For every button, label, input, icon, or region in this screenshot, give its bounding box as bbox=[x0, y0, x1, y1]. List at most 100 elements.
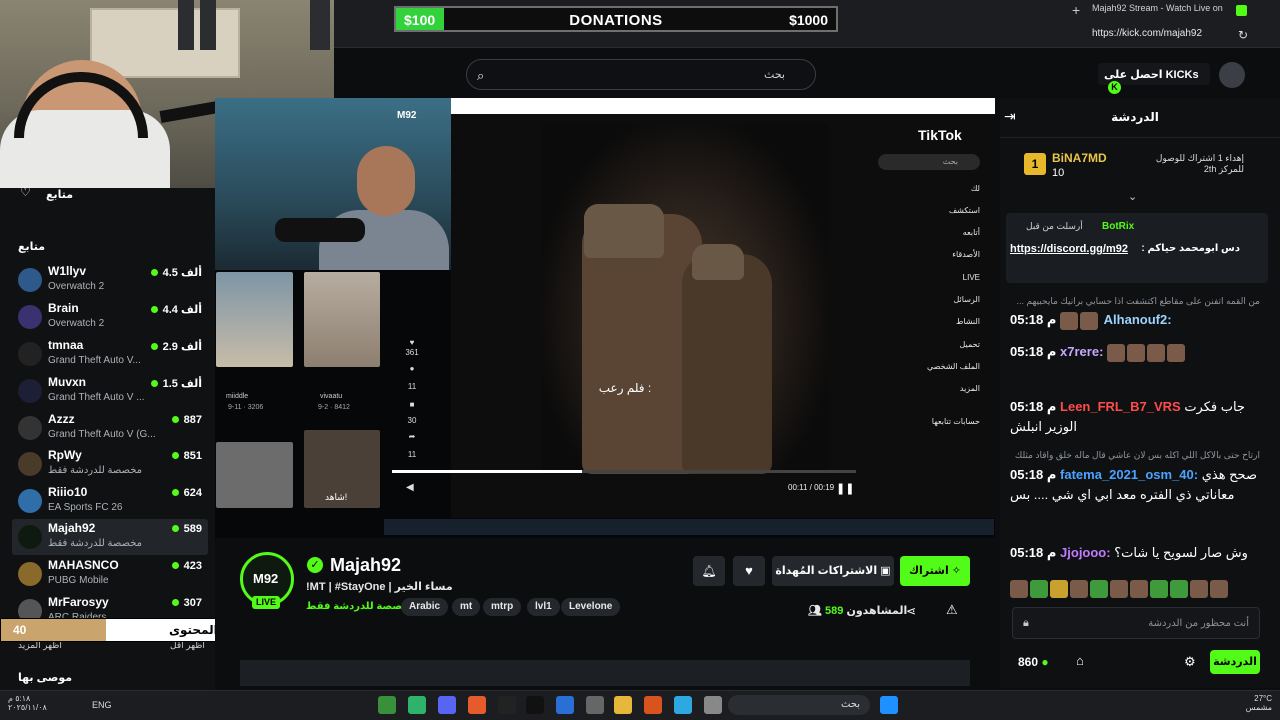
channel-name: tmnaa bbox=[48, 338, 84, 352]
get-kicks-button[interactable]: احصل على KICKsK bbox=[1098, 63, 1210, 94]
thumb-caption: miiddle bbox=[226, 393, 249, 400]
tiktok-menu-item[interactable]: الرسائل bbox=[900, 295, 981, 304]
channel-game: Grand Theft Auto V ... bbox=[48, 392, 145, 403]
chat-input-placeholder: أنت محظور من الدردشة bbox=[1148, 618, 1249, 629]
tag-arabic[interactable]: Arabic bbox=[401, 598, 449, 616]
volume-icon[interactable]: ◀︎ bbox=[406, 482, 414, 493]
tag-mtrp[interactable]: mtrp bbox=[483, 598, 522, 616]
channel-points[interactable]: 860 ● bbox=[1018, 655, 1049, 669]
tag-lvl1[interactable]: lvl1 bbox=[527, 598, 560, 616]
tiktok-app-icon[interactable] bbox=[526, 696, 544, 714]
tiktok-menu-item[interactable]: النشاط bbox=[900, 317, 980, 326]
sidebar-channel-w1llyv[interactable]: W1llyv Overwatch 2 4.5 ألف bbox=[12, 262, 208, 298]
discord-icon[interactable] bbox=[438, 696, 456, 714]
weather-widget[interactable]: 27°C مشمس bbox=[1222, 694, 1272, 712]
comment-icon[interactable]: ● bbox=[398, 364, 426, 373]
streamer-cam: M92 bbox=[215, 98, 451, 270]
tiktok-menu-item[interactable]: لك bbox=[900, 184, 980, 193]
video-progress-bar[interactable] bbox=[392, 470, 856, 473]
tiktok-menu-item[interactable]: LIVE bbox=[900, 273, 980, 282]
tiktok-thumbnail[interactable] bbox=[304, 272, 380, 367]
tiktok-menu-item[interactable]: الأصدقاء bbox=[900, 250, 980, 259]
reply-preview: ارتاح حتى بالاكل اللي اكله بس لان عاشي ق… bbox=[1012, 450, 1260, 460]
refresh-icon[interactable]: ↻ bbox=[1238, 28, 1248, 42]
sidebar-channel-majah92[interactable]: Majah92 مخصصة للدردشة فقط 589 bbox=[12, 519, 208, 555]
app-icon[interactable] bbox=[498, 696, 516, 714]
chat-input[interactable]: أنت محظور من الدردشة 🔒︎ bbox=[1012, 607, 1260, 639]
url-bar[interactable]: https://kick.com/majah92 bbox=[1092, 28, 1222, 42]
language-indicator[interactable]: ENG bbox=[92, 700, 112, 710]
sidebar-channel-riiio10[interactable]: Riiio10 EA Sports FC 26 624 bbox=[12, 483, 208, 519]
settings-gear-icon[interactable]: ⚙ bbox=[1184, 654, 1196, 670]
bookmark-icon[interactable]: ■ bbox=[398, 400, 426, 409]
tag-mt[interactable]: mt bbox=[452, 598, 481, 616]
new-tab-icon[interactable]: + bbox=[1072, 2, 1080, 18]
sidebar-channel-tmnaa[interactable]: tmnaa Grand Theft Auto V... 2.9 ألف bbox=[12, 336, 208, 372]
tiktok-thumbnail[interactable] bbox=[216, 272, 293, 367]
tiktok-search[interactable]: بحث bbox=[878, 154, 980, 170]
tiktok-menu-item[interactable]: تحميل bbox=[900, 340, 981, 349]
share-icon[interactable]: ⋖ bbox=[906, 604, 916, 618]
app-icon[interactable] bbox=[468, 696, 486, 714]
tiktok-thumbnail[interactable] bbox=[216, 442, 293, 508]
subscribe-button[interactable]: اشتراك ✧ bbox=[900, 556, 970, 586]
like-count: 361 bbox=[405, 348, 419, 357]
tag-levelone[interactable]: Levelone bbox=[561, 598, 621, 616]
bookmark-count: 30 bbox=[407, 416, 417, 425]
channel-avatar bbox=[18, 379, 42, 403]
pause-icon[interactable]: ❚❚ bbox=[836, 482, 854, 495]
tiktok-titlebar bbox=[451, 98, 995, 114]
chat-title: الدردشة bbox=[1111, 110, 1159, 124]
browser-tab[interactable]: Majah92 Stream - Watch Live on bbox=[1092, 3, 1252, 20]
channel-viewers: 423 bbox=[171, 560, 202, 572]
chat-send-button[interactable]: الدردشة bbox=[1210, 650, 1260, 674]
channel-name-title[interactable]: Majah92 bbox=[330, 555, 401, 576]
stream-category[interactable]: مخصصة للدردشة فقط bbox=[306, 601, 416, 612]
tiktok-menu-item[interactable]: أتابعه bbox=[900, 228, 980, 237]
thumb-caption: vivaatu bbox=[320, 393, 343, 400]
sidebar-channel-brain[interactable]: Brain Overwatch 2 4.4 ألف bbox=[12, 299, 208, 335]
like-icon[interactable]: ♥ bbox=[398, 338, 426, 347]
report-icon[interactable]: ⚠ bbox=[946, 602, 958, 618]
tiktok-menu-item[interactable]: استكشف bbox=[900, 206, 980, 215]
gifter-count: 10 bbox=[1052, 167, 1065, 179]
channel-avatar bbox=[18, 342, 42, 366]
following-accounts-title: حسابات تتابعها bbox=[931, 417, 980, 426]
taskbar-search[interactable]: بحث bbox=[728, 695, 870, 715]
follow-heart-button[interactable]: ♥ bbox=[733, 556, 765, 586]
channel-game: EA Sports FC 26 bbox=[48, 502, 123, 513]
sidebar-channel-muvxn[interactable]: Muvxn Grand Theft Auto V ... 1.5 ألف bbox=[12, 373, 208, 409]
app-icon[interactable] bbox=[586, 696, 604, 714]
app-icon[interactable] bbox=[556, 696, 574, 714]
tiktok-menu-item[interactable]: الملف الشخصي bbox=[900, 362, 980, 371]
start-icon[interactable] bbox=[880, 696, 898, 714]
channel-name: Riiio10 bbox=[48, 485, 88, 499]
viewers-number: 589 bbox=[825, 605, 844, 617]
sidebar-channel-rpwy[interactable]: RpWy مخصصة للدردشة فقط 851 bbox=[12, 446, 208, 482]
sidebar-channel-mahasnco[interactable]: MAHASNCO PUBG Mobile 423 bbox=[12, 556, 208, 592]
app-icon[interactable] bbox=[644, 696, 662, 714]
edge-icon[interactable] bbox=[674, 696, 692, 714]
user-avatar[interactable] bbox=[1219, 62, 1245, 88]
folder-icon[interactable] bbox=[614, 696, 632, 714]
following-toggle-label: متابع bbox=[46, 189, 74, 201]
notification-bell-button[interactable]: 🔔︎ bbox=[693, 556, 725, 586]
expand-chevron-icon[interactable]: ⌄ bbox=[1128, 190, 1137, 203]
tiktok-menu-item[interactable]: المزيد bbox=[900, 384, 980, 393]
tiktok-video[interactable] bbox=[542, 124, 828, 474]
horizontal-scrollbar[interactable] bbox=[240, 660, 970, 686]
collapse-chat-icon[interactable]: ⇥ bbox=[1004, 108, 1016, 125]
share-count: 11 bbox=[407, 450, 417, 459]
app-icon[interactable] bbox=[704, 696, 722, 714]
xbox-icon[interactable] bbox=[378, 696, 396, 714]
app-icon[interactable] bbox=[408, 696, 426, 714]
search-input[interactable]: بحث ⌕ bbox=[466, 59, 816, 90]
channel-avatar bbox=[18, 268, 42, 292]
share-arrow-icon[interactable]: ➦ bbox=[398, 432, 426, 441]
channel-game: Grand Theft Auto V (G... bbox=[48, 429, 156, 440]
gift-subs-button[interactable]: الاشتراكات المُهداة ▣ bbox=[772, 556, 894, 586]
emote-bar[interactable] bbox=[1010, 580, 1260, 602]
sidebar-channel-azzz[interactable]: Azzz Grand Theft Auto V (G... 887 bbox=[12, 410, 208, 446]
clock[interactable]: ٥:١٨ م ٢٠٢٥/١١/٠٨ bbox=[8, 694, 47, 712]
store-icon[interactable]: ⌂ bbox=[1076, 653, 1084, 668]
